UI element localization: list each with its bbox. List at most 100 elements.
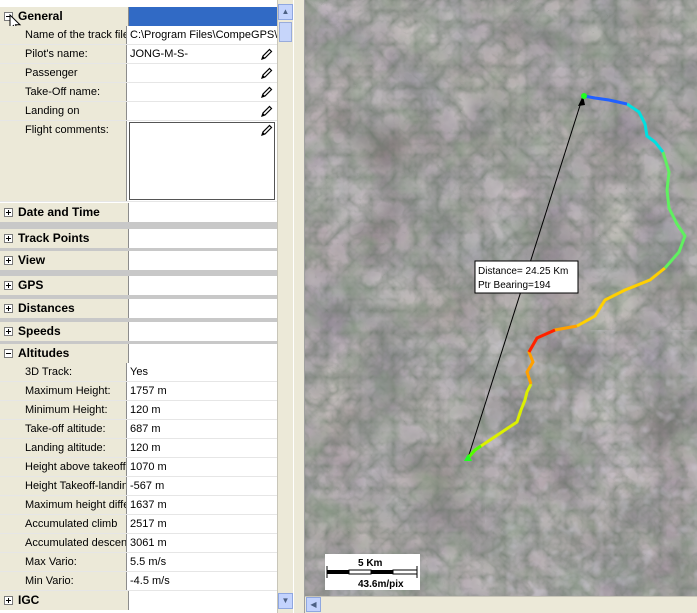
edit-pencil-icon[interactable] [260, 105, 273, 118]
expand-track-points-icon[interactable] [4, 234, 13, 243]
pilot-name-label: Pilot's name: [0, 45, 127, 63]
takeoff-name-value[interactable] [128, 83, 277, 101]
alt-takeoff-row[interactable]: Take-off altitude: 687 m [0, 420, 277, 439]
panel-splitter[interactable] [293, 0, 305, 613]
section-value-cell [128, 203, 277, 222]
section-view-title: View [18, 253, 46, 267]
edit-pencil-icon[interactable] [260, 86, 273, 99]
section-value-cell [128, 322, 277, 341]
alt-min-height-label: Minimum Height: [0, 401, 127, 419]
scale-bar-segment [327, 570, 349, 574]
takeoff-name-row[interactable]: Take-Off name: [0, 83, 277, 102]
satellite-map-view[interactable]: Distance= 24.25 Km Ptr Bearing=194 5 Km … [305, 0, 697, 596]
takeoff-name-label: Take-Off name: [0, 83, 127, 101]
edit-pencil-icon[interactable] [260, 67, 273, 80]
section-track-points[interactable]: Track Points [0, 229, 277, 248]
section-igc[interactable]: IGC [0, 591, 277, 610]
section-date-time[interactable]: Date and Time [0, 203, 277, 222]
urban-layer [485, 330, 697, 596]
expand-gps-icon[interactable] [4, 281, 13, 290]
expand-view-icon[interactable] [4, 256, 13, 265]
collapse-altitudes-icon[interactable] [4, 349, 13, 358]
section-distances-title: Distances [18, 301, 75, 315]
edit-pencil-icon[interactable] [260, 124, 273, 137]
distance-text: Distance= 24.25 Km [478, 266, 568, 277]
alt-max-height-diff-label: Maximum height differ [0, 496, 127, 514]
section-altitudes[interactable]: Altitudes [0, 344, 277, 363]
scroll-down-button[interactable]: ▼ [278, 593, 293, 609]
alt-height-diff-row[interactable]: Height Takeoff-landin -567 m [0, 477, 277, 496]
section-speeds[interactable]: Speeds [0, 322, 277, 341]
alt-landing-label: Landing altitude: [0, 439, 127, 457]
scale-resolution-label: 43.6m/pix [358, 579, 404, 590]
expand-igc-icon[interactable] [4, 596, 13, 605]
alt-height-above-value: 1070 m [128, 458, 277, 476]
scale-bar-segment [371, 570, 393, 574]
alt-min-vario-value: -4.5 m/s [128, 572, 277, 590]
passenger-label: Passenger [0, 64, 127, 82]
alt-height-diff-label: Height Takeoff-landin [0, 477, 127, 495]
section-distances[interactable]: Distances [0, 299, 277, 318]
pilot-name-row[interactable]: Pilot's name: JONG-M-S- [0, 45, 277, 64]
alt-acc-descent-label: Accumulated descen [0, 534, 127, 552]
map-horizontal-scrollbar[interactable]: ◀ [305, 596, 697, 613]
alt-max-height-diff-row[interactable]: Maximum height differ 1637 m [0, 496, 277, 515]
alt-acc-climb-row[interactable]: Accumulated climb 2517 m [0, 515, 277, 534]
track-properties-panel: General Name of the track file C:\Progra… [0, 0, 277, 613]
alt-height-above-row[interactable]: Height above takeoff 1070 m [0, 458, 277, 477]
section-value-cell [128, 276, 277, 295]
expand-date-time-icon[interactable] [4, 208, 13, 217]
section-general[interactable]: General [0, 7, 277, 26]
alt-max-vario-value: 5.5 m/s [128, 553, 277, 571]
scale-distance-label: 5 Km [358, 558, 383, 569]
expand-distances-icon[interactable] [4, 304, 13, 313]
end-point-marker [581, 93, 587, 99]
section-value-cell [128, 591, 277, 610]
alt-max-height-diff-value: 1637 m [128, 496, 277, 514]
section-igc-title: IGC [18, 593, 40, 607]
expand-speeds-icon[interactable] [4, 327, 13, 336]
alt-max-height-row[interactable]: Maximum Height: 1757 m [0, 382, 277, 401]
scale-bar-segment [348, 569, 372, 575]
edit-pencil-icon[interactable] [260, 48, 273, 61]
passenger-value[interactable] [128, 64, 277, 82]
track-file-row[interactable]: Name of the track file C:\Program Files\… [0, 26, 277, 45]
scrollbar-thumb[interactable] [279, 22, 292, 42]
alt-min-height-row[interactable]: Minimum Height: 120 m [0, 401, 277, 420]
alt-min-vario-label: Min Vario: [0, 572, 127, 590]
section-general-title: General [18, 9, 63, 23]
scale-bar-segment [392, 569, 418, 575]
section-altitudes-title: Altitudes [18, 346, 70, 360]
scroll-left-button[interactable]: ◀ [306, 597, 321, 612]
landing-on-value[interactable] [128, 102, 277, 120]
section-view[interactable]: View [0, 251, 277, 270]
alt-max-vario-row[interactable]: Max Vario: 5.5 m/s [0, 553, 277, 572]
section-date-time-title: Date and Time [18, 205, 100, 219]
scroll-up-button[interactable]: ▲ [278, 4, 293, 20]
pilot-name-value[interactable]: JONG-M-S- [128, 45, 277, 63]
section-value-cell [128, 299, 277, 318]
properties-vertical-scrollbar[interactable]: ▲ ▼ [277, 0, 293, 613]
alt-min-vario-row[interactable]: Min Vario: -4.5 m/s [0, 572, 277, 591]
map-canvas[interactable]: Distance= 24.25 Km Ptr Bearing=194 5 Km … [305, 0, 697, 596]
section-gps[interactable]: GPS [0, 276, 277, 295]
alt-3d-track-row[interactable]: 3D Track: Yes [0, 363, 277, 382]
track-file-label: Name of the track file [0, 26, 127, 44]
section-value-cell [128, 344, 277, 363]
passenger-row[interactable]: Passenger [0, 64, 277, 83]
alt-takeoff-label: Take-off altitude: [0, 420, 127, 438]
landing-on-row[interactable]: Landing on [0, 102, 277, 121]
track-file-value[interactable]: C:\Program Files\CompeGPS\t [128, 26, 277, 44]
alt-landing-value: 120 m [128, 439, 277, 457]
flight-comments-row[interactable]: Flight comments: [0, 121, 277, 202]
alt-height-diff-value: -567 m [128, 477, 277, 495]
alt-landing-row[interactable]: Landing altitude: 120 m [0, 439, 277, 458]
alt-acc-climb-label: Accumulated climb [0, 515, 127, 533]
section-speeds-title: Speeds [18, 324, 61, 338]
flight-comments-textarea[interactable] [129, 122, 275, 200]
general-selected-value [128, 7, 277, 26]
alt-min-height-value: 120 m [128, 401, 277, 419]
alt-acc-descent-value: 3061 m [128, 534, 277, 552]
alt-acc-descent-row[interactable]: Accumulated descen 3061 m [0, 534, 277, 553]
flight-comments-label: Flight comments: [0, 121, 127, 201]
